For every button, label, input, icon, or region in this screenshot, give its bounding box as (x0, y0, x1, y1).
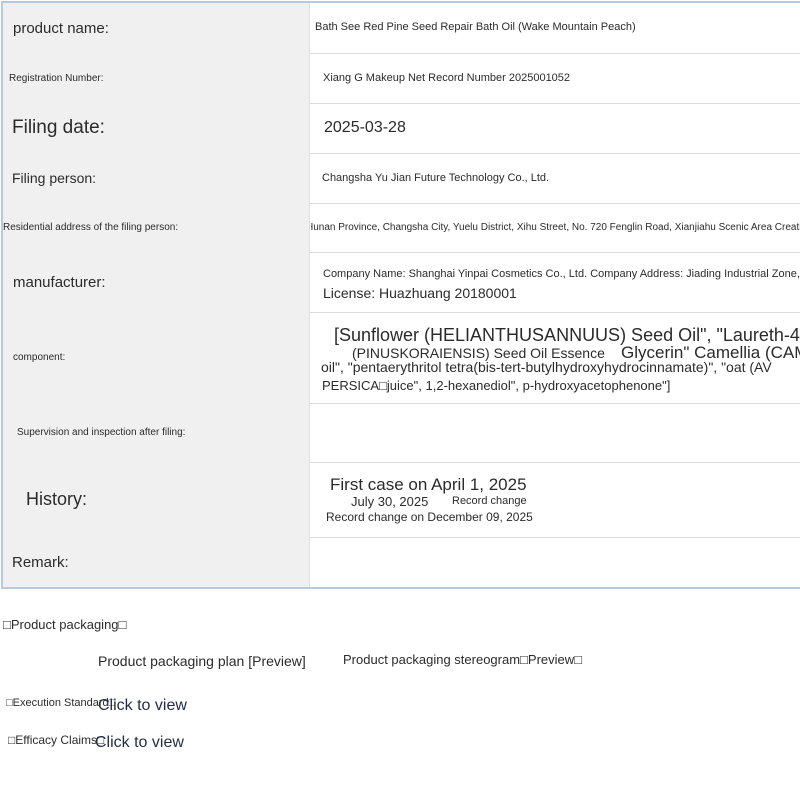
row-label-cell: product name: (3, 3, 310, 53)
row-value-cell: [Sunflower (HELIANTHUSANNUUS) Seed Oil",… (311, 312, 800, 403)
row-filing-person: Filing person: Changsha Yu Jian Future T… (3, 153, 800, 204)
row-value-cell: Company Name: Shanghai Yinpai Cosmetics … (311, 252, 800, 312)
row-supervision: Supervision and inspection after filing: (3, 403, 800, 463)
row-history: History: First case on April 1, 2025 Jul… (3, 462, 800, 538)
registration-number-value: Xiang G Makeup Net Record Number 2025001… (323, 72, 571, 84)
row-residential-address: Residential address of the filing person… (3, 203, 800, 253)
history-line-2b: Record change (452, 495, 527, 507)
row-value-cell (311, 537, 800, 587)
component-label: component: (13, 352, 66, 363)
row-value-cell: Hunan Province, Changsha City, Yuelu Dis… (311, 203, 800, 252)
execution-standard-view-link[interactable]: Click to view (98, 697, 187, 715)
row-label-cell: component: (3, 312, 310, 403)
filing-person-value: Changsha Yu Jian Future Technology Co., … (322, 172, 550, 184)
row-label-cell: Filing person: (3, 153, 310, 203)
product-filing-table: product name: Bath See Red Pine Seed Rep… (1, 1, 800, 589)
row-label-cell: Filing date: (3, 103, 310, 153)
component-line-4: PERSICA□juice", 1,2-hexanediol", p-hydro… (322, 378, 671, 393)
row-value-cell: 2025-03-28 (311, 103, 800, 153)
residential-address-label: Residential address of the filing person… (3, 222, 179, 233)
component-line-3: oil", "pentaerythritol tetra(bis-tert-bu… (321, 359, 772, 375)
row-registration-number: Registration Number: Xiang G Makeup Net … (3, 53, 800, 104)
product-packaging-heading: □Product packaging□ (3, 617, 127, 632)
row-label-cell: Registration Number: (3, 53, 310, 103)
row-value-cell: First case on April 1, 2025 July 30, 202… (311, 462, 800, 537)
row-value-cell: Changsha Yu Jian Future Technology Co., … (311, 153, 800, 203)
product-name-value: Bath See Red Pine Seed Repair Bath Oil (… (315, 21, 636, 33)
row-remark: Remark: (3, 537, 800, 587)
efficacy-claims-label: □Efficacy Claims□ (8, 733, 105, 747)
row-product-name: product name: Bath See Red Pine Seed Rep… (3, 3, 800, 54)
efficacy-claims-view-link[interactable]: Click to view (95, 734, 184, 752)
row-filing-date: Filing date: 2025-03-28 (3, 103, 800, 154)
history-line-2a: July 30, 2025 (351, 494, 429, 509)
history-line-3: Record change on December 09, 2025 (326, 510, 533, 524)
filing-date-value: 2025-03-28 (324, 119, 406, 136)
product-name-label: product name: (13, 19, 109, 37)
row-label-cell: manufacturer: (3, 252, 310, 312)
packaging-plan-preview-link[interactable]: Product packaging plan [Preview] (98, 653, 306, 669)
supervision-label: Supervision and inspection after filing: (17, 427, 186, 438)
row-label-cell: Supervision and inspection after filing: (3, 403, 310, 462)
history-line-1: First case on April 1, 2025 (330, 475, 527, 494)
row-component: component: [Sunflower (HELIANTHUSANNUUS)… (3, 312, 800, 404)
row-value-cell: Xiang G Makeup Net Record Number 2025001… (311, 53, 800, 103)
packaging-stereogram-preview-link[interactable]: Product packaging stereogram□Preview□ (343, 652, 582, 667)
residential-address-value: Hunan Province, Changsha City, Yuelu Dis… (311, 222, 800, 233)
history-label: History: (26, 489, 88, 509)
remark-label: Remark: (12, 553, 69, 571)
row-label-cell: Residential address of the filing person… (3, 203, 310, 252)
filing-person-label: Filing person: (12, 170, 97, 186)
row-label-cell: History: (3, 462, 310, 537)
filing-date-label: Filing date: (12, 117, 105, 138)
manufacturer-label: manufacturer: (13, 273, 106, 291)
manufacturer-line-1: Company Name: Shanghai Yinpai Cosmetics … (323, 268, 800, 280)
row-value-cell (311, 403, 800, 462)
row-manufacturer: manufacturer: Company Name: Shanghai Yin… (3, 252, 800, 313)
registration-number-label: Registration Number: (9, 72, 104, 84)
row-label-cell: Remark: (3, 537, 310, 587)
manufacturer-line-2: License: Huazhuang 20180001 (323, 285, 517, 301)
row-value-cell: Bath See Red Pine Seed Repair Bath Oil (… (311, 3, 800, 53)
